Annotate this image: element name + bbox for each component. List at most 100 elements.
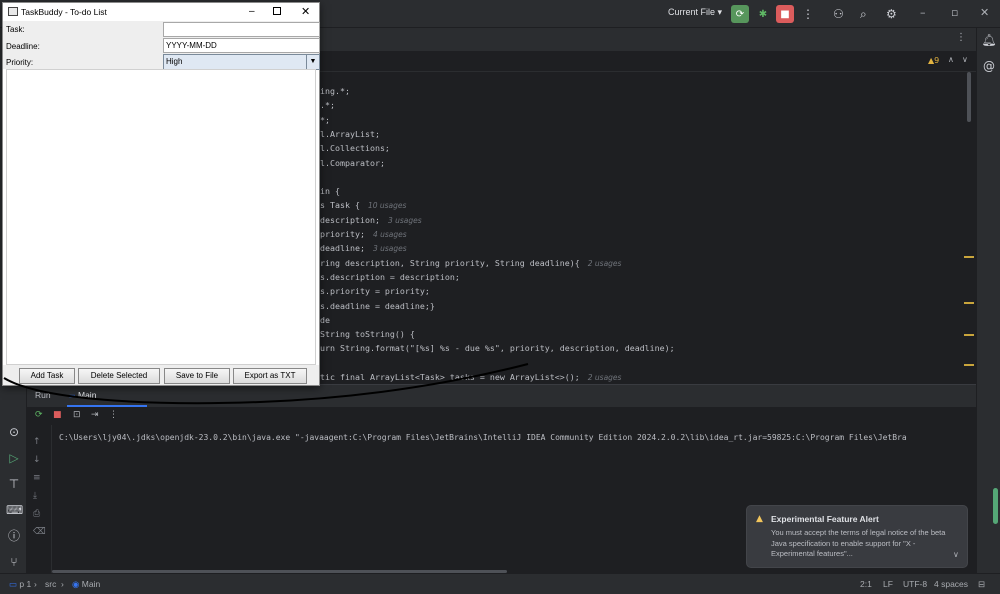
more-icon[interactable]: ⋮ [109,410,118,420]
restore-icon[interactable]: ▫ [951,6,958,19]
tab-options-icon[interactable]: ⋮ [956,32,966,43]
code-text: urn String.format("[%s] %s - due %s", pr… [320,343,675,354]
breadcrumb-src[interactable]: src [45,579,56,589]
scroll-indicator [993,488,998,524]
minimize-icon[interactable]: – [249,6,255,17]
notification-body: You must accept the terms of legal notic… [771,528,946,558]
console-icon: ▭ [69,393,76,400]
dropdown-arrow-icon[interactable]: ▼ [306,55,319,69]
code-line: urn String.format("[%s] %s - due %s", pr… [320,341,675,355]
trash-icon[interactable]: ⌫ [33,527,46,537]
task-input[interactable] [163,22,320,37]
editor-header: ▲9 ∧ ∨ [320,52,976,72]
save-to-file-button[interactable]: Save to File [164,368,230,384]
deadline-input[interactable]: YYYY-MM-DD [163,38,320,53]
code-line: s.priority = priority; [320,284,430,298]
delete-selected-button[interactable]: Delete Selected [78,368,160,384]
gear-icon[interactable]: ⚙ [886,6,897,22]
priority-select[interactable]: High ▼ [163,54,320,70]
project-icon: ▭ [9,579,18,589]
breadcrumb-separator: › [61,579,64,589]
code-text: l.Comparator; [320,157,385,168]
caret-position[interactable]: 2:1 [860,579,872,589]
ai-assistant-icon[interactable]: @ [981,58,997,74]
stop-button[interactable]: ■ [776,5,794,23]
stop-icon[interactable]: ■ [53,410,62,420]
editor-scrollbar[interactable] [967,72,971,122]
add-task-button[interactable]: Add Task [19,368,75,384]
rerun-button[interactable]: ⟳ [731,5,749,23]
taskbuddy-titlebar[interactable]: TaskBuddy - To-do List – ✕ [3,3,319,21]
breadcrumb-separator: › [34,579,37,589]
console-output-line: C:\Users\ljy04\.jdks\openjdk-23.0.2\bin\… [59,433,907,442]
code-text: description; [320,214,380,225]
exit-icon[interactable]: ⇥ [91,410,99,420]
print-icon[interactable]: ⎙ [33,509,40,519]
run-side-toolbar: ↑ ↓ ≡ ⤓ ⎙ ⌫ [27,425,52,574]
code-text: String toString() { [320,329,415,340]
code-line: description; 3 usages [320,213,422,227]
deadline-label: Deadline: [6,42,40,51]
debug-button[interactable]: ✱ [754,5,772,23]
code-text: *; [320,114,330,125]
warning-mark[interactable] [964,334,974,336]
usages-hint[interactable]: 2 usages [588,259,622,268]
usages-hint[interactable]: 10 usages [368,201,406,210]
more-icon[interactable]: ⋮ [802,6,814,22]
code-line: String toString() { [320,327,415,341]
breadcrumb-main[interactable]: ◉ Main [72,579,100,590]
indent-setting[interactable]: 4 spaces [934,579,968,589]
breadcrumb-project-label: p 1 [19,579,32,589]
usages-hint[interactable]: 3 usages [388,216,422,225]
terminal-icon[interactable]: ⌨ [6,502,23,518]
soft-wrap-icon[interactable]: ≡ [33,473,41,483]
line-separator[interactable]: LF [883,579,893,589]
code-text: s.priority = priority; [320,286,430,297]
code-text: in { [320,186,340,197]
maximize-icon[interactable] [273,7,281,15]
usages-hint[interactable]: 2 usages [588,373,622,382]
window-title: TaskBuddy - To-do List [21,7,107,17]
warning-count[interactable]: ▲9 [928,56,939,65]
code-line: priority; 4 usages [320,227,407,241]
usages-hint[interactable]: 4 usages [373,230,407,239]
add-user-icon[interactable]: ⚇ [833,6,844,22]
minimize-icon[interactable]: – [920,6,926,19]
code-line: l.ArrayList; [320,127,380,141]
notifications-icon[interactable]: 🔔︎ [981,32,997,48]
lock-icon[interactable]: ⊟ [978,579,985,590]
warning-mark[interactable] [964,302,974,304]
run-tool-icon[interactable]: ▷ [6,450,22,466]
usages-hint[interactable]: 3 usages [373,244,407,253]
scroll-end-icon[interactable]: ⤓ [33,491,37,501]
build-icon[interactable]: ⊤ [6,476,22,492]
notification-popup[interactable]: ▲ Experimental Feature Alert You must ac… [746,505,968,568]
warning-mark[interactable] [964,256,974,258]
task-list[interactable] [6,69,316,365]
chevron-up-icon[interactable]: ∧ [948,55,954,64]
notification-title: Experimental Feature Alert [771,514,879,524]
close-icon[interactable]: ✕ [980,6,989,19]
close-icon[interactable]: ✕ [301,5,310,18]
code-text: l.Collections; [320,143,390,154]
rerun-icon[interactable]: ⟳ [35,410,43,420]
tab-main[interactable]: ▭ Main [69,390,96,400]
arrow-down-icon[interactable]: ↓ [33,455,41,465]
run-config-selector[interactable]: Current File ▾ [668,7,722,18]
file-encoding[interactable]: UTF-8 [903,579,927,589]
task-button-bar: Add Task Delete Selected Save to File Ex… [3,365,319,385]
breadcrumb-project[interactable]: ▭ p 1 [9,579,31,590]
warning-mark[interactable] [964,364,974,366]
export-txt-button[interactable]: Export as TXT [233,368,307,384]
camera-icon[interactable]: ⊡ [73,410,81,420]
problems-icon[interactable]: ⓘ [6,528,22,544]
search-icon[interactable]: ⌕ [860,6,867,22]
arrow-up-icon[interactable]: ↑ [33,437,41,447]
code-editor[interactable]: ing.*; .*; *; l.ArrayList; l.Collections; l.C… [320,72,970,382]
code-line: de [320,313,330,327]
chevron-down-icon[interactable]: ∨ [953,550,959,559]
chevron-down-icon[interactable]: ∨ [962,55,968,64]
app-icon [8,7,18,16]
git-icon[interactable]: ⑂ [6,554,22,570]
services-icon[interactable]: ⊙ [6,424,22,440]
